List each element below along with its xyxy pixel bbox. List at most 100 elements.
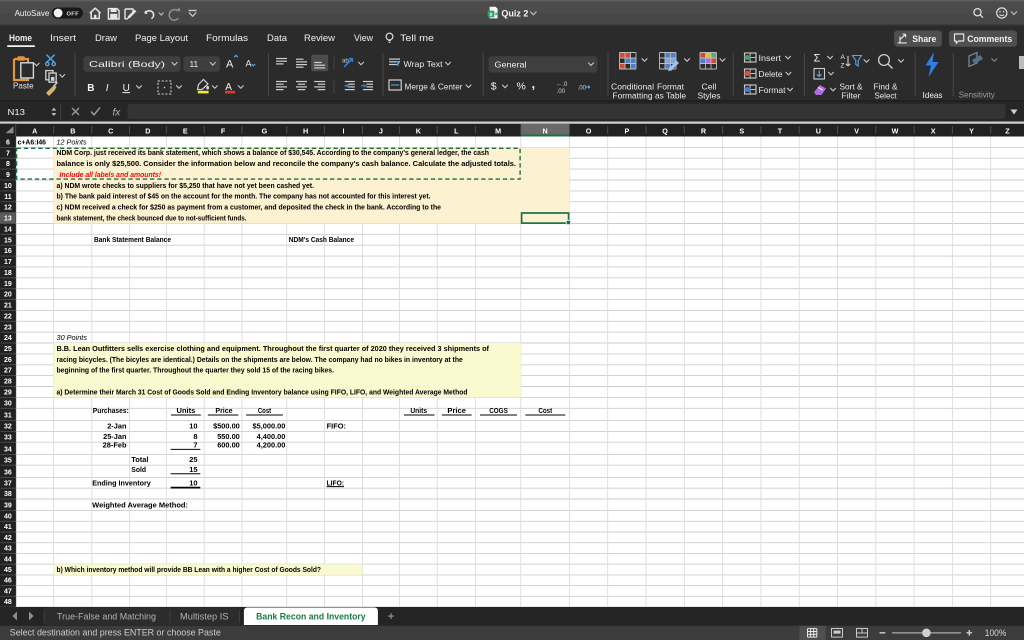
svg-text:T: T bbox=[778, 126, 783, 135]
svg-text:13: 13 bbox=[4, 216, 12, 223]
svg-text:28-Feb: 28-Feb bbox=[103, 441, 127, 450]
svg-text:20: 20 bbox=[4, 292, 12, 299]
svg-text:,: , bbox=[532, 76, 536, 91]
svg-text:38: 38 bbox=[4, 491, 12, 498]
svg-text:U: U bbox=[816, 126, 821, 135]
svg-text:racing bicycles. (The bicyles: racing bicycles. (The bicyles are identi… bbox=[57, 355, 463, 364]
svg-text:a) NDM wrote checks to supplie: a) NDM wrote checks to suppliers for $5,… bbox=[57, 181, 315, 190]
svg-text:47: 47 bbox=[4, 588, 12, 595]
svg-text:Ending Inventory: Ending Inventory bbox=[92, 479, 151, 488]
svg-text:15: 15 bbox=[4, 237, 12, 244]
svg-text:37: 37 bbox=[4, 480, 12, 487]
svg-text:Ideas: Ideas bbox=[923, 91, 943, 100]
svg-text:Select destination and press E: Select destination and press ENTER or ch… bbox=[10, 628, 221, 638]
svg-text:Total: Total bbox=[131, 455, 148, 464]
svg-text:Formulas: Formulas bbox=[206, 33, 248, 43]
svg-text:%: % bbox=[517, 81, 526, 93]
svg-text:14: 14 bbox=[4, 226, 12, 233]
svg-text:Select: Select bbox=[875, 91, 898, 100]
svg-text:+: + bbox=[387, 609, 394, 623]
svg-text:NDM's Cash Balance: NDM's Cash Balance bbox=[289, 235, 354, 244]
svg-text:Review: Review bbox=[304, 33, 335, 43]
svg-text:P: P bbox=[625, 126, 630, 135]
svg-text:2-Jan: 2-Jan bbox=[107, 421, 127, 430]
svg-text:48: 48 bbox=[4, 599, 12, 606]
svg-text:W: W bbox=[892, 126, 899, 135]
svg-text:11: 11 bbox=[4, 194, 12, 201]
svg-text:J: J bbox=[379, 126, 383, 135]
svg-text:balance is only $25,500. Cons: balance is only $25,500. Consider the in… bbox=[57, 159, 517, 168]
svg-text:b) Which inventory method will: b) Which inventory method will provide B… bbox=[57, 565, 322, 574]
svg-text:22: 22 bbox=[4, 313, 12, 320]
svg-text:21: 21 bbox=[4, 303, 12, 310]
svg-text:R: R bbox=[701, 126, 707, 135]
svg-text:27: 27 bbox=[4, 368, 12, 375]
svg-text:←.0: ←.0 bbox=[556, 81, 568, 88]
svg-text:AutoSave: AutoSave bbox=[15, 9, 50, 18]
svg-text:4,200.00: 4,200.00 bbox=[257, 441, 286, 450]
svg-text:M: M bbox=[495, 126, 501, 135]
svg-text:Sold: Sold bbox=[131, 465, 146, 474]
svg-text:Cell: Cell bbox=[702, 83, 717, 92]
svg-text:Comments: Comments bbox=[967, 34, 1012, 44]
svg-text:C: C bbox=[108, 126, 113, 135]
svg-text:Sort &: Sort & bbox=[840, 83, 864, 92]
svg-text:I: I bbox=[106, 83, 109, 94]
svg-text:25: 25 bbox=[4, 346, 12, 353]
svg-text:26: 26 bbox=[4, 357, 12, 364]
svg-text:36: 36 bbox=[4, 470, 12, 477]
svg-text:31: 31 bbox=[4, 413, 12, 420]
svg-text:NDM Corp. just received its ba: NDM Corp. just received its bank stateme… bbox=[57, 148, 490, 157]
svg-text:29: 29 bbox=[4, 390, 12, 397]
svg-text:E: E bbox=[183, 126, 188, 135]
svg-text:6: 6 bbox=[6, 140, 10, 147]
svg-text:33: 33 bbox=[4, 434, 12, 441]
svg-text:Insert: Insert bbox=[759, 54, 782, 63]
svg-text:Draw: Draw bbox=[95, 33, 117, 43]
svg-text:Quiz 2: Quiz 2 bbox=[501, 7, 528, 18]
svg-text:28: 28 bbox=[4, 379, 12, 386]
svg-text:b) The bank paid interest of $: b) The bank paid interest of $45 on the … bbox=[57, 192, 431, 201]
svg-text:.00: .00 bbox=[578, 85, 587, 92]
svg-text:17: 17 bbox=[4, 259, 12, 266]
svg-text:10: 10 bbox=[4, 183, 12, 190]
svg-text:Sensitivity: Sensitivity bbox=[959, 91, 995, 100]
svg-text:Wrap Text: Wrap Text bbox=[404, 60, 444, 69]
svg-text:K: K bbox=[416, 126, 422, 135]
svg-text:Insert: Insert bbox=[50, 33, 76, 43]
svg-text:B.B. Lean Outfitters sells exe: B.B. Lean Outfitters sells exercise clot… bbox=[57, 344, 490, 353]
svg-text:Calibri (Body): Calibri (Body) bbox=[89, 59, 165, 69]
svg-text:A: A bbox=[841, 54, 846, 61]
svg-text:19: 19 bbox=[4, 281, 12, 288]
svg-text:COGS: COGS bbox=[489, 406, 508, 415]
svg-text:8: 8 bbox=[6, 161, 10, 168]
svg-text:600.00: 600.00 bbox=[217, 441, 240, 450]
svg-text:35: 35 bbox=[4, 457, 12, 464]
svg-text:A: A bbox=[32, 126, 37, 135]
svg-text:N: N bbox=[542, 126, 547, 135]
svg-text:X: X bbox=[931, 126, 936, 135]
svg-text:7: 7 bbox=[6, 150, 10, 157]
svg-text:Y: Y bbox=[969, 126, 974, 135]
svg-text:46: 46 bbox=[4, 578, 12, 585]
svg-text:40: 40 bbox=[4, 513, 12, 520]
svg-text:OFF: OFF bbox=[67, 11, 80, 17]
svg-text:Styles: Styles bbox=[698, 91, 721, 100]
svg-text:Units: Units bbox=[177, 406, 196, 415]
svg-text:11: 11 bbox=[190, 59, 199, 69]
svg-text:15: 15 bbox=[189, 465, 197, 474]
svg-text:fx: fx bbox=[113, 108, 122, 119]
svg-text:H: H bbox=[303, 126, 308, 135]
svg-text:12 Points: 12 Points bbox=[57, 137, 87, 146]
svg-text:Σ: Σ bbox=[814, 53, 821, 65]
svg-text:10: 10 bbox=[189, 479, 197, 488]
svg-text:41: 41 bbox=[4, 524, 12, 531]
svg-text:18: 18 bbox=[4, 270, 12, 277]
svg-text:$: $ bbox=[491, 81, 497, 93]
svg-text:24: 24 bbox=[4, 335, 12, 342]
svg-text:N13: N13 bbox=[8, 108, 26, 117]
svg-text:Purchases:: Purchases: bbox=[93, 406, 129, 415]
svg-text:7: 7 bbox=[193, 441, 197, 450]
svg-text:42: 42 bbox=[4, 535, 12, 542]
svg-text:Price: Price bbox=[447, 406, 466, 415]
